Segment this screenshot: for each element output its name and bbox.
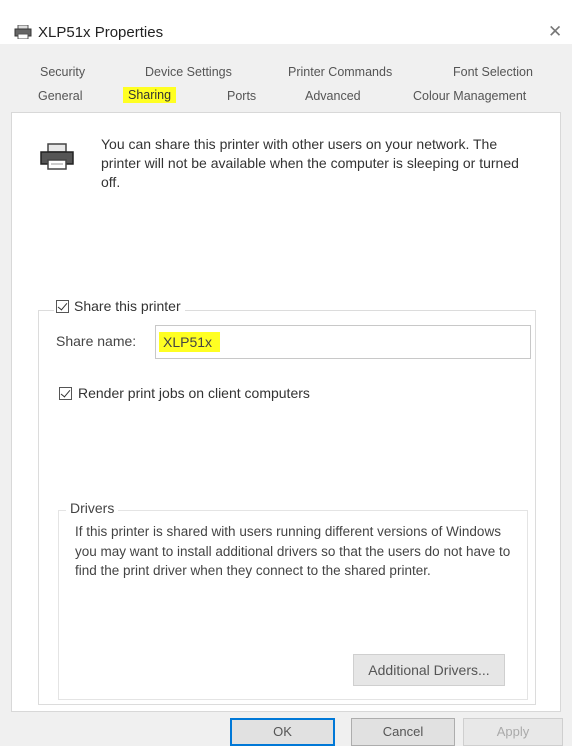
ok-button[interactable]: OK xyxy=(230,718,335,746)
cancel-button[interactable]: Cancel xyxy=(351,718,455,746)
share-name-label: Share name: xyxy=(56,333,137,349)
tab-colour-management[interactable]: Colour Management xyxy=(413,89,526,103)
apply-button[interactable]: Apply xyxy=(463,718,563,746)
title-bar: XLP51x Properties ✕ xyxy=(0,0,572,44)
tab-security[interactable]: Security xyxy=(40,65,85,79)
printer-icon xyxy=(14,25,32,39)
tab-font-selection[interactable]: Font Selection xyxy=(453,65,533,79)
share-printer-label: Share this printer xyxy=(74,298,181,314)
share-name-input[interactable]: XLP51x xyxy=(155,325,531,359)
share-printer-checkbox[interactable] xyxy=(56,299,69,313)
window-title: XLP51x Properties xyxy=(38,24,164,41)
share-printer-row[interactable]: Share this printer xyxy=(54,298,185,314)
render-jobs-row[interactable]: Render print jobs on client computers xyxy=(59,385,310,401)
tab-ports[interactable]: Ports xyxy=(227,89,256,103)
tab-strip: Security Device Settings Printer Command… xyxy=(0,44,572,112)
sharing-intro-text: You can share this printer with other us… xyxy=(101,136,519,190)
share-name-value: XLP51x xyxy=(159,332,221,352)
render-jobs-checkbox[interactable] xyxy=(59,386,72,400)
tab-general[interactable]: General xyxy=(38,89,82,103)
drivers-description: If this printer is shared with users run… xyxy=(75,524,511,578)
close-icon[interactable]: ✕ xyxy=(548,22,562,42)
render-jobs-label: Render print jobs on client computers xyxy=(78,385,310,401)
drivers-title: Drivers xyxy=(66,500,119,516)
tab-printer-commands[interactable]: Printer Commands xyxy=(288,65,392,79)
shared-printer-icon xyxy=(40,143,74,170)
tab-sharing[interactable]: Sharing xyxy=(123,87,177,103)
tab-device-settings[interactable]: Device Settings xyxy=(145,65,232,79)
tab-advanced[interactable]: Advanced xyxy=(305,89,361,103)
additional-drivers-button[interactable]: Additional Drivers... xyxy=(353,654,505,686)
